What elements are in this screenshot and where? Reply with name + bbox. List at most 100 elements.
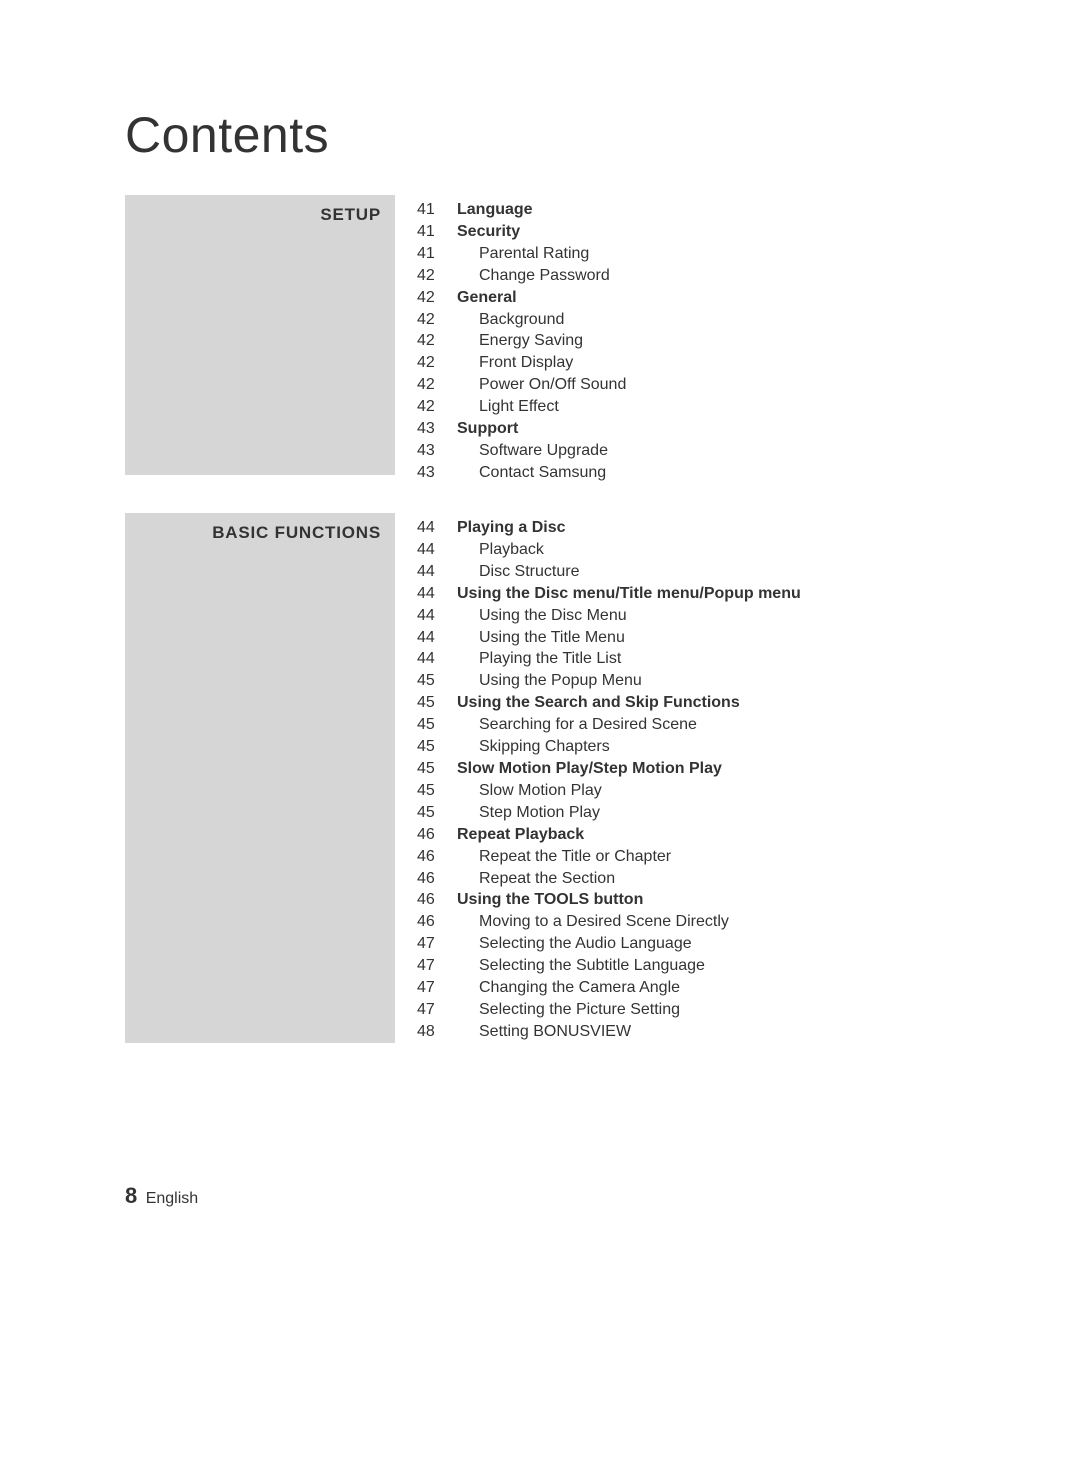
toc-label: Skipping Chapters	[457, 736, 610, 758]
toc-label: Using the Title Menu	[457, 627, 625, 649]
toc-entry: 44Disc Structure	[417, 561, 801, 583]
section-setup: SETUP 41Language41Security41Parental Rat…	[125, 195, 626, 484]
toc-entry: 42General	[417, 287, 626, 309]
toc-label: Changing the Camera Angle	[457, 977, 680, 999]
toc-label: Slow Motion Play	[457, 780, 602, 802]
toc-page-number: 45	[417, 736, 457, 758]
toc-label: Support	[457, 418, 518, 440]
toc-page-number: 47	[417, 999, 457, 1021]
toc-label: Setting BONUSVIEW	[457, 1021, 631, 1043]
toc-page-number: 46	[417, 846, 457, 868]
toc-entry: 42Background	[417, 309, 626, 331]
toc-page-number: 43	[417, 462, 457, 484]
toc-page-number: 44	[417, 539, 457, 561]
toc-label: Selecting the Picture Setting	[457, 999, 680, 1021]
toc-entry: 45Searching for a Desired Scene	[417, 714, 801, 736]
toc-entries-setup: 41Language41Security41Parental Rating42C…	[417, 195, 626, 484]
toc-page-number: 47	[417, 933, 457, 955]
toc-entry: 45Slow Motion Play/Step Motion Play	[417, 758, 801, 780]
toc-entry: 42Light Effect	[417, 396, 626, 418]
toc-label: Using the Disc Menu	[457, 605, 627, 627]
toc-label: Step Motion Play	[457, 802, 600, 824]
section-heading-setup: SETUP	[125, 195, 395, 475]
toc-label: Repeat the Section	[457, 868, 615, 890]
toc-entry: 41Language	[417, 199, 626, 221]
toc-entry: 44Playing the Title List	[417, 648, 801, 670]
toc-entry: 46Repeat the Title or Chapter	[417, 846, 801, 868]
toc-entry: 47Selecting the Subtitle Language	[417, 955, 801, 977]
toc-page-number: 42	[417, 265, 457, 287]
toc-entry: 44Using the Title Menu	[417, 627, 801, 649]
toc-page-number: 43	[417, 418, 457, 440]
toc-entry: 46Repeat Playback	[417, 824, 801, 846]
toc-label: Disc Structure	[457, 561, 579, 583]
toc-page-number: 44	[417, 517, 457, 539]
toc-label: Playing the Title List	[457, 648, 621, 670]
toc-page-number: 42	[417, 374, 457, 396]
toc-label: General	[457, 287, 517, 309]
footer: 8 English	[125, 1183, 198, 1209]
toc-entry: 47Changing the Camera Angle	[417, 977, 801, 999]
toc-entry: 43Support	[417, 418, 626, 440]
toc-entry: 47Selecting the Picture Setting	[417, 999, 801, 1021]
toc-page-number: 46	[417, 911, 457, 933]
toc-label: Selecting the Subtitle Language	[457, 955, 705, 977]
toc-label: Front Display	[457, 352, 573, 374]
toc-entry: 45Slow Motion Play	[417, 780, 801, 802]
toc-label: Playback	[457, 539, 544, 561]
toc-page-number: 44	[417, 605, 457, 627]
toc-entry: 46Repeat the Section	[417, 868, 801, 890]
toc-entry: 43Software Upgrade	[417, 440, 626, 462]
toc-label: Change Password	[457, 265, 610, 287]
toc-label: Light Effect	[457, 396, 559, 418]
footer-language: English	[146, 1190, 198, 1207]
toc-label: Using the TOOLS button	[457, 889, 643, 911]
toc-entry: 46Moving to a Desired Scene Directly	[417, 911, 801, 933]
toc-label: Searching for a Desired Scene	[457, 714, 697, 736]
toc-label: Energy Saving	[457, 330, 583, 352]
toc-entry: 44Playback	[417, 539, 801, 561]
toc-label: Slow Motion Play/Step Motion Play	[457, 758, 722, 780]
toc-page-number: 42	[417, 330, 457, 352]
toc-entry: 44Playing a Disc	[417, 517, 801, 539]
toc-page-number: 47	[417, 977, 457, 999]
toc-label: Software Upgrade	[457, 440, 608, 462]
toc-page-number: 42	[417, 287, 457, 309]
toc-entry: 45Using the Search and Skip Functions	[417, 692, 801, 714]
toc-label: Repeat Playback	[457, 824, 584, 846]
page-number: 8	[125, 1183, 137, 1208]
toc-label: Parental Rating	[457, 243, 589, 265]
toc-entry: 47Selecting the Audio Language	[417, 933, 801, 955]
toc-page-number: 45	[417, 670, 457, 692]
toc-page-number: 41	[417, 243, 457, 265]
toc-entry: 42Energy Saving	[417, 330, 626, 352]
toc-page-number: 43	[417, 440, 457, 462]
toc-entry: 41Security	[417, 221, 626, 243]
toc-label: Security	[457, 221, 520, 243]
toc-label: Power On/Off Sound	[457, 374, 626, 396]
toc-entries-basic: 44Playing a Disc44Playback44Disc Structu…	[417, 513, 801, 1043]
toc-page-number: 42	[417, 309, 457, 331]
toc-page-number: 42	[417, 396, 457, 418]
toc-entry: 42Change Password	[417, 265, 626, 287]
toc-label: Selecting the Audio Language	[457, 933, 692, 955]
toc-page-number: 41	[417, 221, 457, 243]
toc-page-number: 46	[417, 889, 457, 911]
toc-entry: 45Step Motion Play	[417, 802, 801, 824]
toc-entry: 41Parental Rating	[417, 243, 626, 265]
toc-page-number: 44	[417, 627, 457, 649]
toc-entry: 48Setting BONUSVIEW	[417, 1021, 801, 1043]
toc-page-number: 42	[417, 352, 457, 374]
toc-label: Using the Popup Menu	[457, 670, 642, 692]
toc-label: Contact Samsung	[457, 462, 606, 484]
toc-label: Using the Disc menu/Title menu/Popup men…	[457, 583, 801, 605]
toc-entry: 43Contact Samsung	[417, 462, 626, 484]
toc-entry: 45Using the Popup Menu	[417, 670, 801, 692]
toc-entry: 44Using the Disc Menu	[417, 605, 801, 627]
toc-page-number: 45	[417, 692, 457, 714]
toc-page-number: 41	[417, 199, 457, 221]
toc-entry: 42Front Display	[417, 352, 626, 374]
toc-page-number: 48	[417, 1021, 457, 1043]
section-basic-functions: BASIC FUNCTIONS 44Playing a Disc44Playba…	[125, 513, 801, 1043]
toc-page-number: 44	[417, 561, 457, 583]
